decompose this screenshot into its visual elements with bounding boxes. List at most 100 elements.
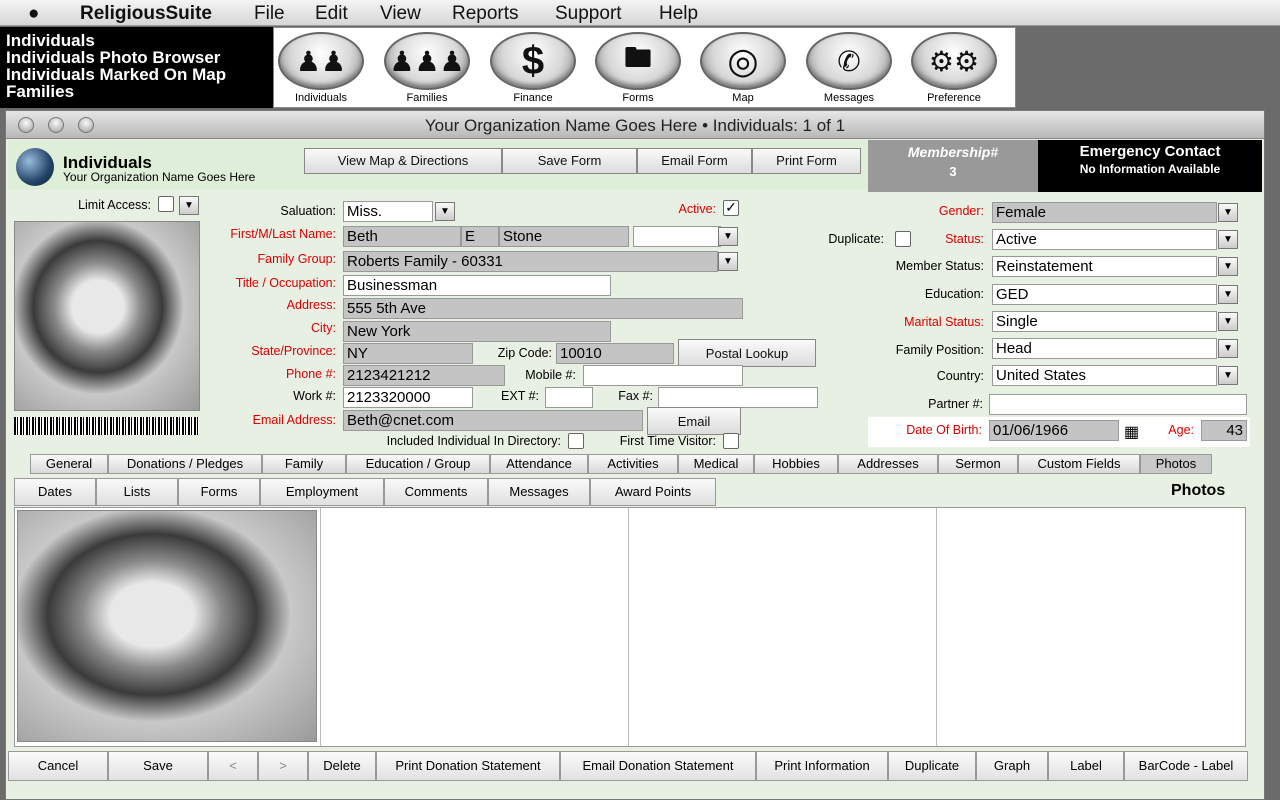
active-checkbox[interactable]: ✓ xyxy=(723,200,739,216)
marital-status-dropdown[interactable]: ▼ xyxy=(1218,312,1238,331)
calendar-icon[interactable]: ▦ xyxy=(1124,422,1139,442)
label-button[interactable]: Label xyxy=(1048,751,1124,781)
print-form-button[interactable]: Print Form xyxy=(752,148,861,174)
status-field[interactable]: Active xyxy=(992,229,1217,250)
photo-thumbnail[interactable] xyxy=(17,510,317,742)
subtab-messages[interactable]: Messages xyxy=(488,478,590,506)
tab-education[interactable]: Education / Group xyxy=(346,454,490,474)
work-field[interactable]: 2123320000 xyxy=(343,387,473,408)
salutation-dropdown[interactable]: ▼ xyxy=(435,202,455,221)
family-group-field[interactable]: Roberts Family - 60331 xyxy=(343,251,718,272)
subtab-award-points[interactable]: Award Points xyxy=(590,478,716,506)
subtab-employment[interactable]: Employment xyxy=(260,478,384,506)
city-field[interactable]: New York xyxy=(343,321,611,342)
toolbar-individuals-button[interactable]: ♟♟ Individuals xyxy=(271,32,371,108)
tab-family[interactable]: Family xyxy=(262,454,346,474)
subtab-lists[interactable]: Lists xyxy=(96,478,178,506)
print-information-button[interactable]: Print Information xyxy=(756,751,888,781)
mobile-field[interactable] xyxy=(583,365,743,386)
subtab-dates[interactable]: Dates xyxy=(14,478,96,506)
photo-cell-4[interactable] xyxy=(937,508,1245,746)
menu-support[interactable]: Support xyxy=(555,3,622,25)
family-group-dropdown[interactable]: ▼ xyxy=(718,252,738,271)
postal-lookup-button[interactable]: Postal Lookup xyxy=(678,339,816,367)
email-form-button[interactable]: Email Form xyxy=(637,148,752,174)
menu-reports[interactable]: Reports xyxy=(452,3,519,25)
toolbar-families-button[interactable]: ♟♟♟ Families xyxy=(377,32,477,108)
name-suffix-dropdown[interactable]: ▼ xyxy=(718,227,738,246)
member-status-dropdown[interactable]: ▼ xyxy=(1218,257,1238,276)
nav-marked-on-map[interactable]: Individuals Marked On Map xyxy=(6,66,267,83)
tab-photos[interactable]: Photos xyxy=(1140,454,1212,474)
dob-field[interactable]: 01/06/1966 xyxy=(989,420,1119,441)
cancel-button[interactable]: Cancel xyxy=(8,751,108,781)
menu-file[interactable]: File xyxy=(254,3,285,25)
email-button[interactable]: Email xyxy=(647,407,741,435)
country-dropdown[interactable]: ▼ xyxy=(1218,366,1238,385)
tab-activities[interactable]: Activities xyxy=(588,454,678,474)
tab-medical[interactable]: Medical xyxy=(678,454,754,474)
directory-checkbox[interactable] xyxy=(568,433,584,449)
family-position-field[interactable]: Head xyxy=(992,338,1217,359)
limit-access-checkbox[interactable] xyxy=(158,196,174,212)
barcode-label-button[interactable]: BarCode - Label xyxy=(1124,751,1248,781)
first-time-checkbox[interactable] xyxy=(723,433,739,449)
gender-dropdown[interactable]: ▼ xyxy=(1218,203,1238,222)
duplicate-button[interactable]: Duplicate xyxy=(888,751,976,781)
delete-button[interactable]: Delete xyxy=(308,751,376,781)
status-dropdown[interactable]: ▼ xyxy=(1218,230,1238,249)
nav-photo-browser[interactable]: Individuals Photo Browser xyxy=(6,49,267,66)
tab-general[interactable]: General xyxy=(30,454,108,474)
email-field[interactable]: Beth@cnet.com xyxy=(343,410,643,431)
toolbar-forms-button[interactable]: 🖿 Forms xyxy=(588,32,688,108)
toolbar-map-button[interactable]: ◎ Map xyxy=(693,32,793,108)
graph-button[interactable]: Graph xyxy=(976,751,1048,781)
toolbar-preference-button[interactable]: ⚙⚙ Preference xyxy=(904,32,1004,108)
subtab-forms[interactable]: Forms xyxy=(178,478,260,506)
view-map-button[interactable]: View Map & Directions xyxy=(304,148,502,174)
title-field[interactable]: Businessman xyxy=(343,275,611,296)
ext-field[interactable] xyxy=(545,387,593,408)
tab-custom-fields[interactable]: Custom Fields xyxy=(1018,454,1140,474)
address-field[interactable]: 555 5th Ave xyxy=(343,298,743,319)
gender-field[interactable]: Female xyxy=(992,202,1217,223)
menu-edit[interactable]: Edit xyxy=(315,3,348,25)
subtab-comments[interactable]: Comments xyxy=(384,478,488,506)
email-donation-statement-button[interactable]: Email Donation Statement xyxy=(560,751,756,781)
individual-photo[interactable] xyxy=(14,221,200,411)
nav-families[interactable]: Families xyxy=(6,83,267,100)
tab-hobbies[interactable]: Hobbies xyxy=(754,454,838,474)
print-donation-statement-button[interactable]: Print Donation Statement xyxy=(376,751,560,781)
nav-individuals[interactable]: Individuals xyxy=(6,32,267,49)
tab-addresses[interactable]: Addresses xyxy=(838,454,938,474)
toolbar-messages-button[interactable]: ✆ Messages xyxy=(799,32,899,108)
photo-cell-2[interactable] xyxy=(321,508,629,746)
country-field[interactable]: United States xyxy=(992,365,1217,386)
save-form-button[interactable]: Save Form xyxy=(502,148,637,174)
toolbar-finance-button[interactable]: $ Finance xyxy=(483,32,583,108)
menu-view[interactable]: View xyxy=(380,3,421,25)
previous-record-button[interactable]: < xyxy=(208,751,258,781)
phone-field[interactable]: 2123421212 xyxy=(343,365,505,386)
family-position-dropdown[interactable]: ▼ xyxy=(1218,339,1238,358)
state-field[interactable]: NY xyxy=(343,343,473,364)
last-name-field[interactable]: Stone xyxy=(499,226,629,247)
tab-attendance[interactable]: Attendance xyxy=(490,454,588,474)
photo-cell-1[interactable] xyxy=(15,508,321,746)
save-button[interactable]: Save xyxy=(108,751,208,781)
middle-name-field[interactable]: E xyxy=(461,226,499,247)
name-suffix-field[interactable] xyxy=(633,226,721,247)
partner-field[interactable] xyxy=(989,394,1247,415)
marital-status-field[interactable]: Single xyxy=(992,311,1217,332)
next-record-button[interactable]: > xyxy=(258,751,308,781)
zip-field[interactable]: 10010 xyxy=(556,343,674,364)
first-name-field[interactable]: Beth xyxy=(343,226,461,247)
menu-app-name[interactable]: ReligiousSuite xyxy=(80,3,212,25)
salutation-field[interactable]: Miss. xyxy=(343,201,433,222)
tab-sermon[interactable]: Sermon xyxy=(938,454,1018,474)
menu-help[interactable]: Help xyxy=(659,3,698,25)
photo-cell-3[interactable] xyxy=(629,508,937,746)
tab-donations[interactable]: Donations / Pledges xyxy=(108,454,262,474)
apple-icon[interactable]: ● xyxy=(28,3,39,25)
member-status-field[interactable]: Reinstatement xyxy=(992,256,1217,277)
